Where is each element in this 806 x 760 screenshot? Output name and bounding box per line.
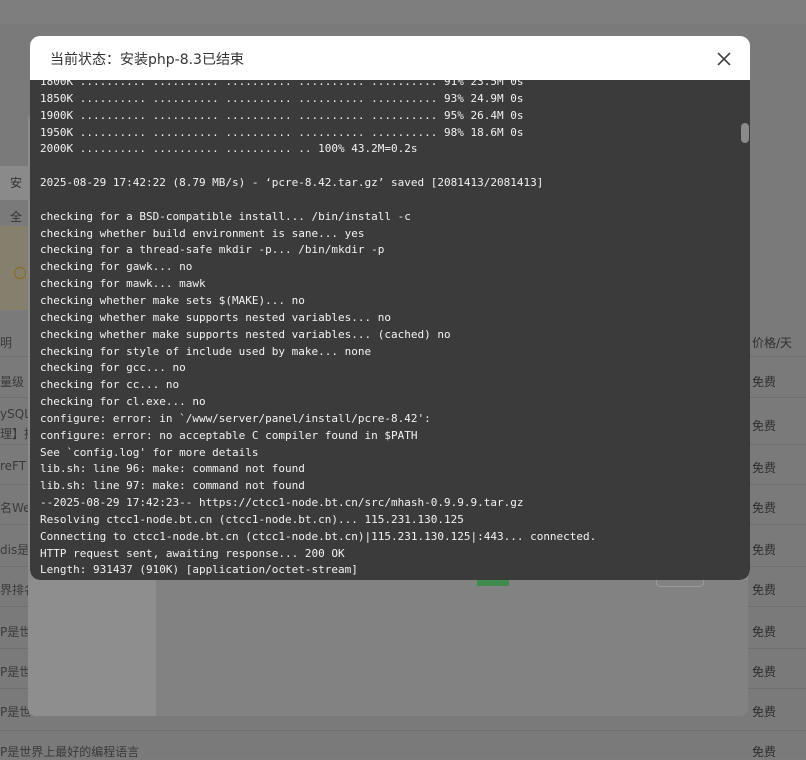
background-row-text: ySQL bbox=[0, 407, 31, 421]
log-line: 2025-08-29 17:42:22 (8.79 MB/s) - ‘pcre-… bbox=[40, 176, 544, 190]
background-row-price: 免费 bbox=[752, 375, 777, 389]
scrollbar-thumb[interactable] bbox=[741, 123, 749, 143]
log-line: lib.sh: line 97: make: command not found bbox=[40, 479, 305, 493]
row-divider bbox=[0, 730, 806, 731]
log-scrollbar[interactable] bbox=[740, 80, 750, 580]
background-tab: 安全 bbox=[0, 166, 30, 224]
background-row-price: 免费 bbox=[752, 665, 777, 679]
log-line: checking whether make supports nested va… bbox=[40, 327, 451, 341]
modal-header: 当前状态：安装php-8.3已结束 bbox=[30, 36, 750, 80]
background-row-price: 免费 bbox=[752, 419, 777, 433]
modal-title: 当前状态：安装php-8.3已结束 bbox=[50, 52, 244, 68]
log-line: configure: error: in `/www/server/panel/… bbox=[40, 411, 431, 425]
log-output: 1800K .......... .......... .......... .… bbox=[40, 80, 730, 579]
log-line: 2000K .......... .......... .......... .… bbox=[40, 142, 418, 156]
background-row-text: dis是 bbox=[0, 543, 30, 557]
background-row-price: 免费 bbox=[752, 583, 777, 597]
log-line: 1850K .......... .......... .......... .… bbox=[40, 91, 524, 105]
install-status-modal: 当前状态：安装php-8.3已结束 1800K .......... .....… bbox=[30, 36, 750, 580]
background-row-text: 名We bbox=[0, 501, 31, 515]
log-line: 1800K .......... .......... .......... .… bbox=[40, 80, 524, 88]
background-dialog-button bbox=[656, 580, 704, 587]
log-line: checking whether make sets $(MAKE)... no bbox=[40, 293, 305, 307]
log-line: See `config.log' for more details bbox=[40, 445, 259, 459]
background-row-text: 量级 bbox=[0, 375, 25, 389]
close-icon bbox=[717, 52, 731, 66]
log-line: Connecting to ctcc1-node.bt.cn (ctcc1-no… bbox=[40, 529, 597, 543]
log-line: checking for cc... no bbox=[40, 378, 180, 392]
background-row-price: 免费 bbox=[752, 501, 777, 515]
background-row-price: 免费 bbox=[752, 543, 777, 557]
background-dialog-progress bbox=[477, 580, 509, 586]
background-row-price: 免费 bbox=[752, 705, 777, 719]
log-line: configure: error: no acceptable C compil… bbox=[40, 428, 418, 442]
background-topbar bbox=[0, 0, 806, 24]
log-line: 1900K .......... .......... .......... .… bbox=[40, 108, 524, 122]
log-line: Resolving ctcc1-node.bt.cn (ctcc1-node.b… bbox=[40, 512, 464, 526]
log-line: --2025-08-29 17:42:23-- https://ctcc1-no… bbox=[40, 496, 524, 510]
background-dialog-sidebar bbox=[28, 580, 156, 716]
background-row-text: P是世 bbox=[0, 665, 32, 679]
install-log-console[interactable]: 1800K .......... .......... .......... .… bbox=[30, 80, 750, 580]
close-button[interactable] bbox=[714, 49, 734, 69]
background-row-price: 免费 bbox=[752, 745, 777, 759]
background-column-header: 明 bbox=[0, 336, 13, 350]
log-line: checking for gcc... no bbox=[40, 361, 186, 375]
log-line: checking for style of include used by ma… bbox=[40, 344, 372, 358]
background-row-text: P是世 bbox=[0, 625, 32, 639]
log-line: Length: 931437 (910K) [application/octet… bbox=[40, 563, 358, 577]
log-line: checking whether build environment is sa… bbox=[40, 226, 365, 240]
background-row-price: 免费 bbox=[752, 625, 777, 639]
log-line: checking for cl.exe... no bbox=[40, 395, 206, 409]
price-column-header: 价格/天 bbox=[752, 336, 793, 350]
background-row-price: 免费 bbox=[752, 461, 777, 475]
background-row-text: P是世 bbox=[0, 705, 32, 719]
log-line: checking for a thread-safe mkdir -p... /… bbox=[40, 243, 385, 257]
log-line: HTTP request sent, awaiting response... … bbox=[40, 546, 345, 560]
log-line: lib.sh: line 96: make: command not found bbox=[40, 462, 305, 476]
background-dialog-content bbox=[156, 580, 748, 716]
log-line: checking for a BSD-compatible install...… bbox=[40, 209, 411, 223]
log-line: checking whether make supports nested va… bbox=[40, 310, 391, 324]
background-row-text: P是世界上最好的编程语言 bbox=[0, 745, 140, 759]
log-line: checking for mawk... mawk bbox=[40, 277, 206, 291]
log-line: checking for gawk... no bbox=[40, 260, 193, 274]
warning-icon bbox=[14, 267, 26, 279]
log-line: 1950K .......... .......... .......... .… bbox=[40, 125, 524, 139]
background-row-text: reFT bbox=[0, 459, 27, 473]
